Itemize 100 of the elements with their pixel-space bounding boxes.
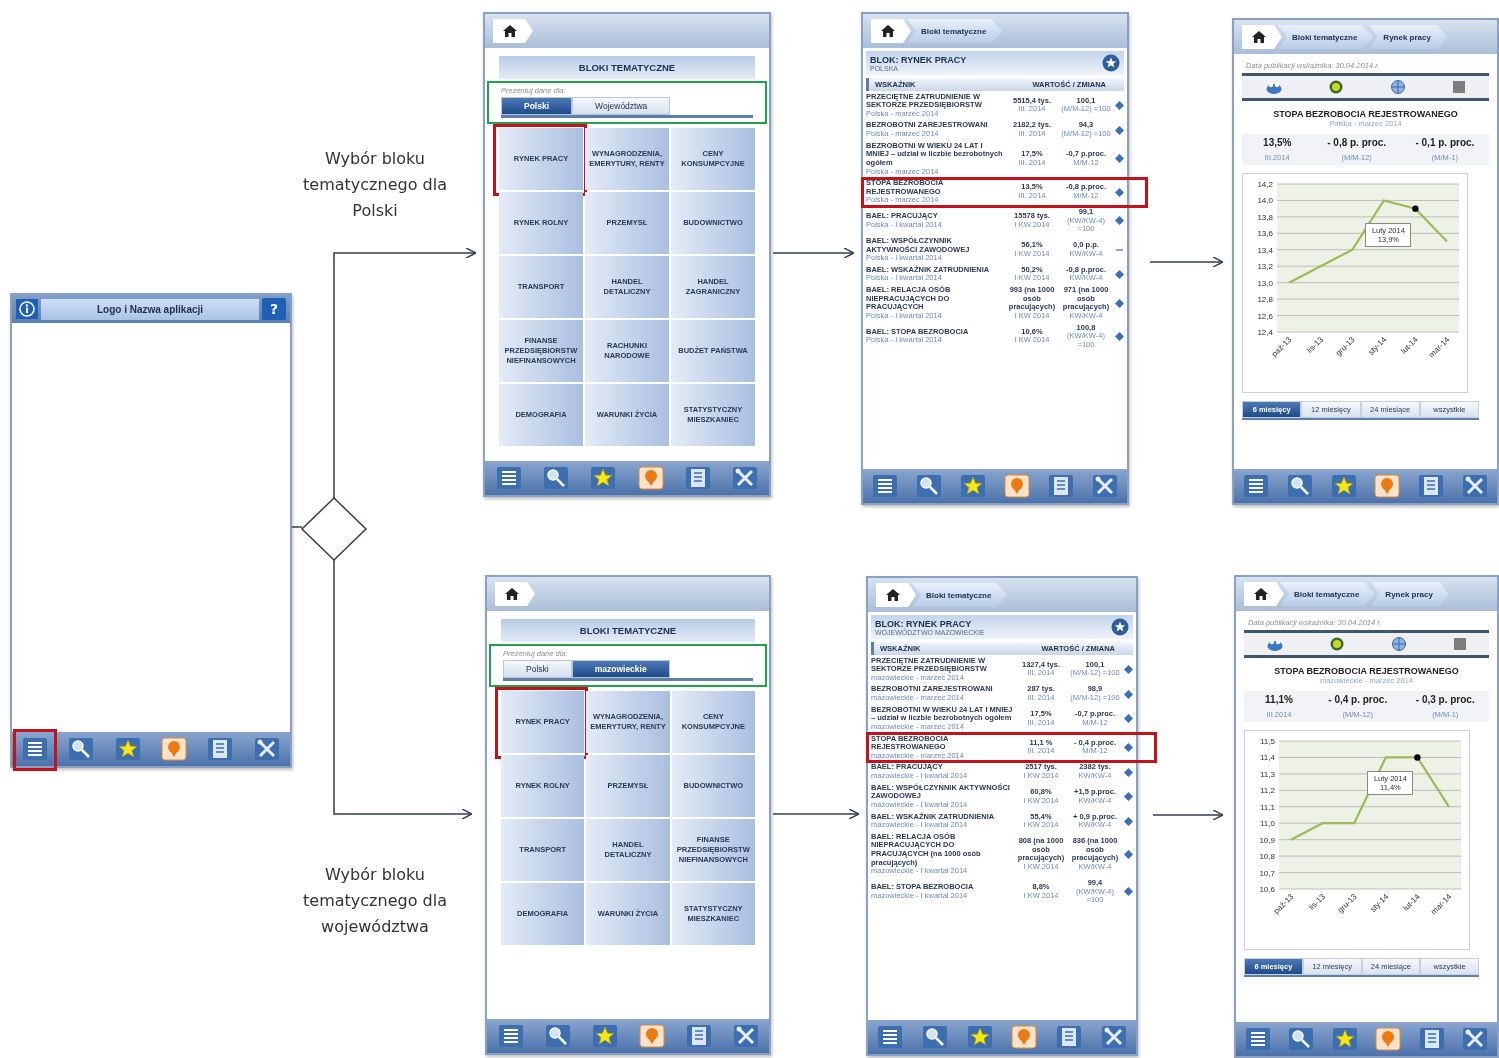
diamond-icon[interactable] [1114, 154, 1124, 164]
home-icon [1251, 30, 1267, 44]
search-icon[interactable] [1288, 1027, 1315, 1051]
tools-icon[interactable] [1100, 1025, 1127, 1049]
search-icon[interactable] [1286, 474, 1313, 498]
tab[interactable]: mazowieckie [571, 660, 670, 678]
section-title: BLOKI TEMATYCZNE [499, 56, 755, 79]
list-icon[interactable] [495, 466, 522, 490]
notes-icon[interactable] [1418, 474, 1445, 498]
tab[interactable]: Polski [501, 97, 573, 115]
breadcrumb-item[interactable]: Bloki tematyczne [912, 583, 1008, 607]
search-icon[interactable] [543, 466, 569, 490]
home-button[interactable] [495, 582, 535, 606]
stat-value: - 0,1 p. proc. [1415, 137, 1475, 148]
axis-tick-label: 11,0 [1260, 819, 1275, 829]
axis-tick-label: 13,4 [1257, 245, 1273, 255]
notes-icon[interactable] [684, 466, 711, 490]
flow-label: Wybór bloku tematycznego dla województwa [302, 864, 448, 938]
diamond-icon[interactable] [1123, 792, 1133, 802]
people-icon[interactable] [1267, 637, 1284, 651]
search-icon[interactable] [544, 1024, 571, 1048]
diamond-icon[interactable] [1114, 269, 1124, 279]
connector-line [291, 526, 303, 528]
axis-tick-label: 11,1 [1260, 802, 1275, 812]
diamond-icon[interactable] [1114, 331, 1124, 341]
globe-icon[interactable] [1390, 637, 1407, 651]
tab[interactable]: Województwa [572, 97, 671, 115]
globe-icon[interactable] [1390, 80, 1407, 94]
diamond-icon[interactable] [1123, 849, 1133, 859]
diamond-icon[interactable] [1123, 816, 1133, 826]
home-icon [1253, 587, 1269, 601]
app-title: Logo i Nazwa aplikacji [41, 298, 259, 320]
diamond-icon[interactable] [1123, 689, 1133, 699]
axis-tick-label: 12,4 [1257, 328, 1273, 337]
coin-icon[interactable] [1328, 80, 1343, 94]
diamond-icon[interactable] [1123, 767, 1133, 777]
pin-icon[interactable] [637, 466, 664, 490]
diamond-icon[interactable] [1114, 216, 1124, 226]
list-icon[interactable] [22, 737, 49, 761]
people-icon[interactable] [1265, 80, 1282, 94]
stat-value: - 0,3 p. proc. [1415, 694, 1475, 705]
breadcrumb-item[interactable]: Rynek pracy [1371, 582, 1449, 606]
home-button[interactable] [1242, 25, 1282, 49]
axis-tick-label: 14,2 [1257, 180, 1273, 189]
tools-icon[interactable] [732, 1024, 759, 1048]
notes-icon[interactable] [207, 737, 234, 761]
data-point [1414, 754, 1421, 761]
axis-tick-label: 11,3 [1260, 769, 1275, 779]
pin-icon[interactable] [1374, 474, 1401, 498]
pin-icon[interactable] [1375, 1027, 1402, 1051]
breadcrumb-item[interactable]: Bloki tematyczne [1278, 25, 1374, 49]
home-button[interactable] [1244, 582, 1284, 606]
tools-icon[interactable] [1462, 474, 1489, 498]
breadcrumb-item[interactable]: Bloki tematyczne [1280, 582, 1376, 606]
diamond-icon[interactable] [1123, 714, 1133, 724]
diamond-icon[interactable] [1123, 742, 1133, 752]
diamond-icon[interactable] [1114, 298, 1124, 308]
notes-icon[interactable] [1048, 474, 1074, 498]
list-icon[interactable] [1244, 1027, 1271, 1051]
notes-icon[interactable] [685, 1024, 712, 1048]
axis-tick-label: 10,7 [1259, 868, 1275, 878]
tools-icon[interactable] [1462, 1027, 1489, 1051]
list-icon[interactable] [1242, 474, 1269, 498]
home-icon [885, 588, 901, 602]
diamond-icon[interactable] [1123, 664, 1133, 674]
help-button[interactable]: ? [262, 298, 286, 320]
axis-tick-label: 10,6 [1259, 885, 1275, 894]
square-icon[interactable] [1453, 81, 1466, 93]
breadcrumb-item[interactable]: Rynek pracy [1369, 25, 1447, 49]
notes-icon[interactable] [1418, 1027, 1445, 1051]
search-icon[interactable] [916, 474, 942, 498]
diamond-icon[interactable] [1123, 887, 1133, 897]
pin-icon[interactable] [161, 737, 188, 761]
diamond-icon[interactable] [1114, 125, 1124, 135]
tools-icon[interactable] [253, 737, 280, 761]
square-icon[interactable] [1453, 638, 1466, 650]
home-button[interactable] [871, 19, 911, 43]
notes-icon[interactable] [1055, 1025, 1082, 1049]
pin-icon[interactable] [1011, 1025, 1038, 1049]
diamond-icon[interactable] [1114, 187, 1124, 197]
home-button[interactable] [876, 583, 916, 607]
indicator-title: STOPA BEZROBOCIA REJESTROWANEGO [1273, 666, 1460, 676]
pin-icon[interactable] [1004, 474, 1030, 498]
tools-icon[interactable] [1092, 474, 1118, 498]
pin-icon[interactable] [638, 1024, 665, 1048]
stat-value: - 0,4 p. proc. [1328, 694, 1388, 705]
tools-icon[interactable] [732, 466, 759, 490]
list-icon[interactable] [497, 1024, 524, 1048]
home-button[interactable] [493, 19, 533, 43]
coin-icon[interactable] [1330, 637, 1345, 651]
tab[interactable]: Polski [503, 660, 572, 678]
diamond-icon[interactable] [1114, 100, 1124, 110]
info-icon[interactable] [16, 299, 38, 319]
list-icon[interactable] [872, 474, 898, 498]
search-icon[interactable] [68, 737, 95, 761]
search-icon[interactable] [922, 1025, 948, 1049]
star-icon[interactable] [960, 474, 986, 498]
list-icon[interactable] [877, 1025, 904, 1049]
breadcrumb-item[interactable]: Bloki tematyczne [907, 19, 1003, 43]
dash-icon [1115, 248, 1123, 251]
